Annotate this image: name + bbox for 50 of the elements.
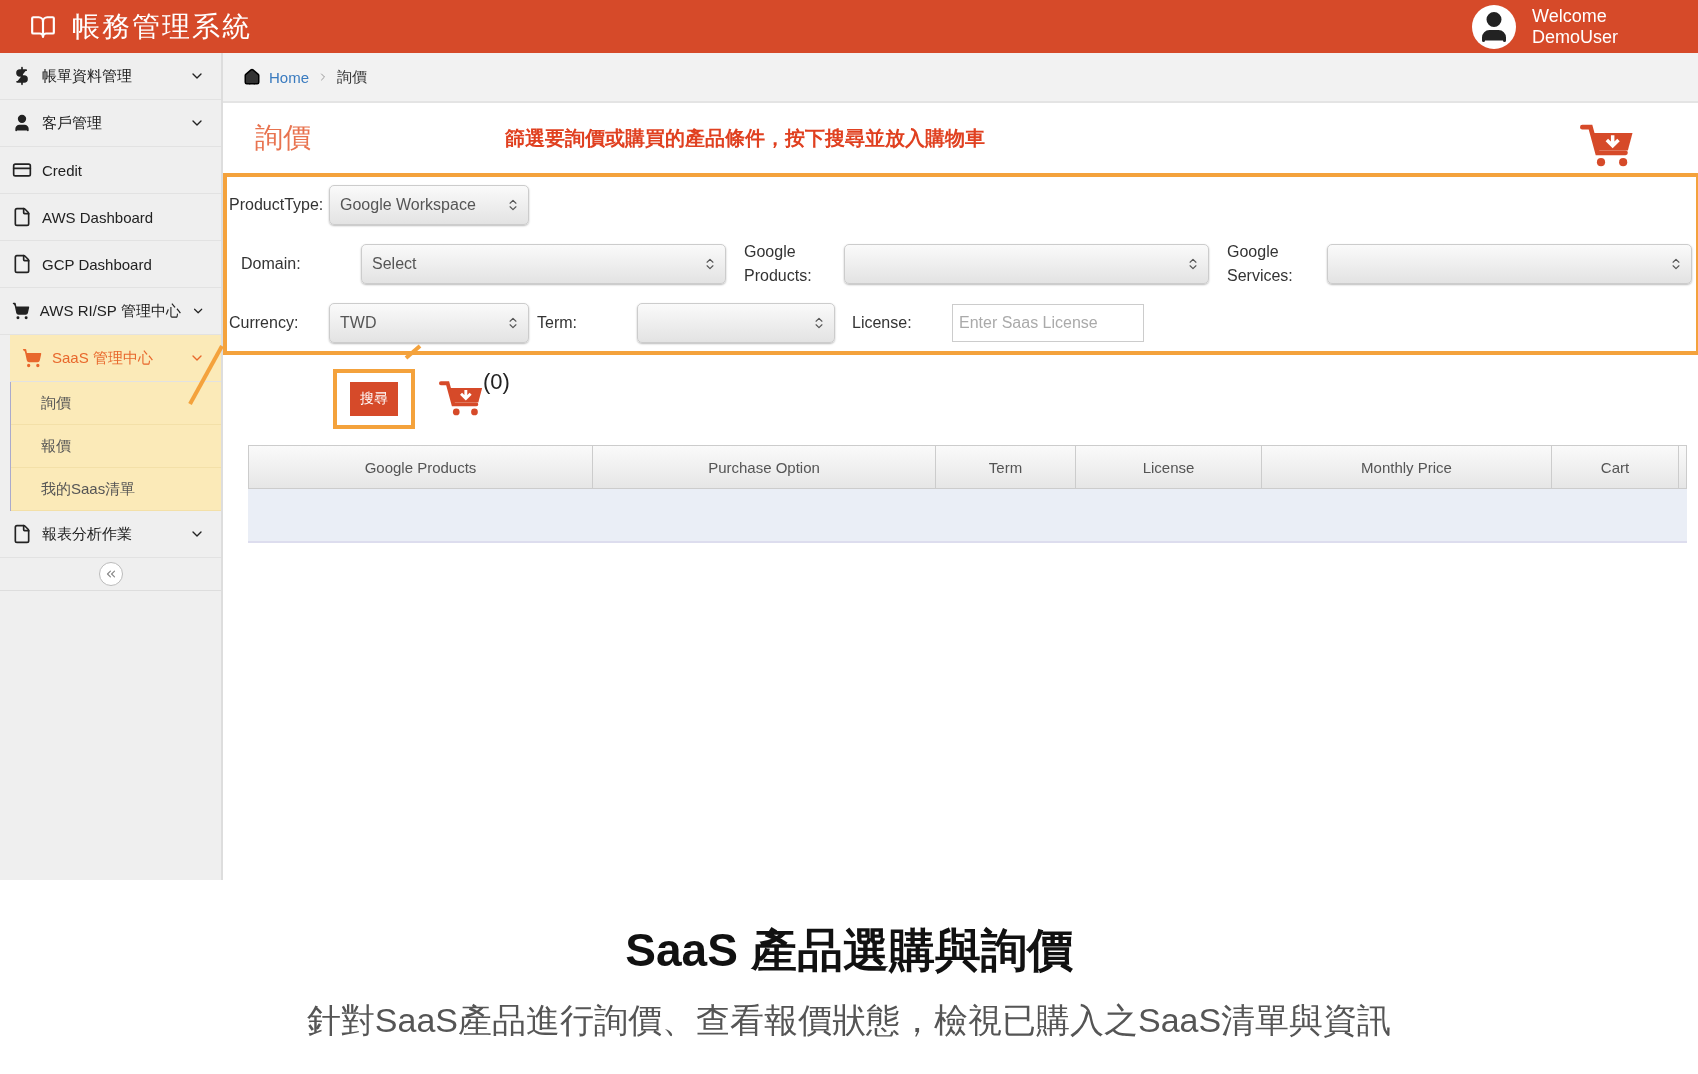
select-field[interactable]: TWD bbox=[329, 303, 529, 343]
app-title: 帳務管理系統 bbox=[72, 9, 253, 44]
select-field[interactable] bbox=[844, 244, 1209, 284]
column-header: Monthly Price bbox=[1262, 446, 1552, 488]
instruction-text: 篩選要詢價或購買的產品條件，按下搜尋並放入購物車 bbox=[505, 125, 986, 151]
sidebar-item[interactable]: 客戶管理 bbox=[0, 100, 221, 147]
input-field[interactable]: Enter Saas License bbox=[952, 304, 1144, 342]
select-field[interactable] bbox=[637, 303, 835, 343]
submenu-item[interactable]: 報價 bbox=[11, 425, 221, 468]
caption-subtitle: 針對SaaS產品進行詢價、查看報價狀態，檢視已購入之SaaS清單與資訊 bbox=[306, 1000, 1392, 1041]
submenu-item[interactable]: 我的Saas清單 bbox=[11, 468, 221, 511]
document-icon bbox=[12, 254, 32, 274]
field-label: Term: bbox=[537, 313, 578, 333]
user-icon bbox=[12, 113, 32, 133]
sidebar-item[interactable]: 報表分析作業 bbox=[0, 511, 221, 558]
select-field[interactable]: Google Workspace bbox=[329, 185, 529, 225]
select-field[interactable] bbox=[1327, 244, 1692, 284]
field-label: Domain: bbox=[240, 254, 302, 274]
column-header: License bbox=[1076, 446, 1262, 488]
cart-icon bbox=[22, 348, 42, 368]
field-label: Currency: bbox=[229, 313, 300, 333]
field-label: License: bbox=[852, 313, 913, 333]
sidebar-item[interactable]: AWS Dashboard bbox=[0, 194, 221, 241]
caption-title: SaaS 產品選購與詢價 bbox=[625, 923, 1073, 978]
column-header: Google Products bbox=[249, 446, 593, 488]
page-title: 詢價 bbox=[255, 121, 312, 155]
sidebar-item[interactable]: Credit bbox=[0, 147, 221, 194]
submenu-item[interactable]: 詢價 bbox=[11, 382, 221, 425]
search-button[interactable]: 搜尋 bbox=[350, 382, 398, 416]
breadcrumb-current: 詢價 bbox=[337, 67, 367, 87]
sidebar-item[interactable]: 帳單資料管理 bbox=[0, 53, 221, 100]
document-icon bbox=[12, 207, 32, 227]
cart-icon bbox=[12, 301, 30, 321]
welcome-text: Welcome bbox=[1531, 5, 1608, 27]
cart-count: (0) bbox=[483, 369, 510, 395]
home-icon bbox=[243, 68, 261, 86]
breadcrumb-link[interactable]: Home bbox=[269, 68, 309, 86]
document-icon bbox=[12, 524, 32, 544]
credit-card-icon bbox=[12, 160, 32, 180]
sidebar-item[interactable]: GCP Dashboard bbox=[0, 241, 221, 288]
welcome-text: DemoUser bbox=[1531, 26, 1618, 48]
column-header: Term bbox=[936, 446, 1076, 488]
book-icon bbox=[30, 13, 56, 40]
collapse-button[interactable] bbox=[98, 562, 123, 586]
field-label: Google Products: bbox=[744, 242, 813, 286]
field-label: ProductType: bbox=[229, 195, 325, 215]
column-header: Purchase Option bbox=[593, 446, 936, 488]
field-label: Google Services: bbox=[1227, 242, 1294, 286]
select-field[interactable]: Select bbox=[361, 244, 726, 284]
column-header: Cart bbox=[1552, 446, 1679, 488]
